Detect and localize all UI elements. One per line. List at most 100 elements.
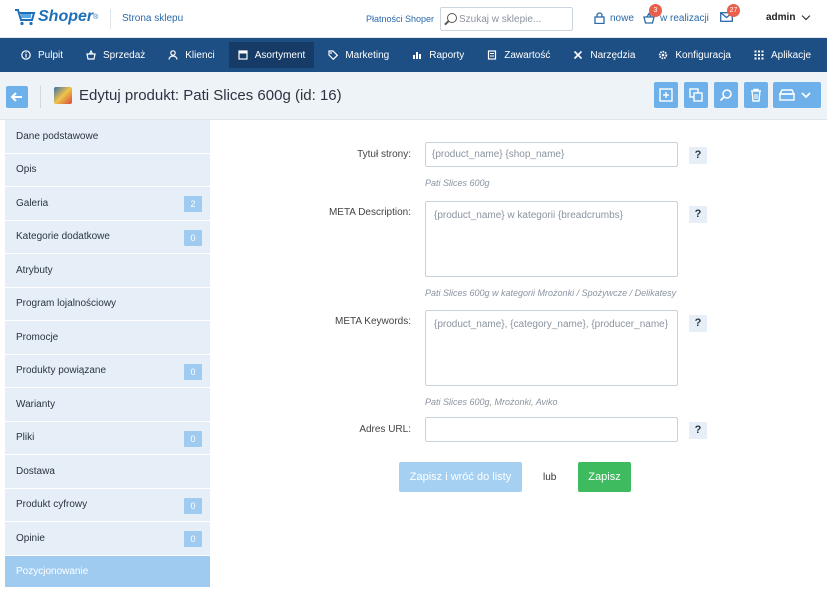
page-title: Edytuj produkt: Pati Slices 600g (id: 16… (79, 87, 342, 104)
sidebar-item-label: Pozycjonowanie (16, 565, 89, 577)
store-link[interactable]: Strona sklepu (122, 13, 183, 24)
meta-description-preview: Pati Slices 600g w kategorii Mrożonki / … (425, 288, 677, 298)
title-bar: Edytuj produkt: Pati Slices 600g (id: 16… (0, 72, 827, 120)
main-nav: Pulpit Sprzedaż Klienci Asortyment Marke… (0, 38, 827, 72)
sidebar-item-label: Opis (16, 164, 37, 176)
page-title-help-button[interactable]: ? (689, 147, 707, 164)
user-name: admin (766, 12, 796, 23)
meta-description-label: META Description: (328, 207, 411, 218)
sidebar-item-galeria[interactable]: Galeria 2 (5, 187, 210, 221)
trash-icon (751, 88, 761, 102)
sidebar-item-atrybuty[interactable]: Atrybuty (5, 254, 210, 288)
messages-link[interactable]: 27 (720, 4, 740, 22)
sidebar-item-pozycjonowanie[interactable]: Pozycjonowanie (5, 555, 210, 588)
more-actions-dropdown[interactable] (773, 82, 821, 108)
meta-description-input[interactable] (425, 201, 678, 277)
count-badge: 0 (184, 497, 202, 514)
sidebar-item-opinie[interactable]: Opinie 0 (5, 522, 210, 556)
url-help-button[interactable]: ? (689, 422, 707, 439)
info-icon (21, 50, 31, 60)
in-progress-link[interactable]: w realizacji 3 (643, 4, 709, 24)
count-badge: 0 (184, 531, 202, 547)
chart-icon (413, 52, 422, 59)
in-progress-label: w realizacji (660, 12, 709, 24)
sidebar-item-produkty-powiazane[interactable]: Produkty powiązane 0 (5, 354, 210, 388)
lock-icon (594, 12, 605, 24)
nav-item-pulpit[interactable]: Pulpit (12, 42, 72, 68)
delete-button[interactable] (744, 82, 768, 108)
sidebar-item-promocje[interactable]: Promocje (5, 321, 210, 355)
arrow-left-icon (10, 92, 22, 102)
nav-item-label: Sprzedaż (103, 49, 146, 61)
nav-item-label: Raporty (429, 49, 465, 61)
product-sections-sidebar: Dane podstawowe Opis Galeria 2 Kategorie … (5, 120, 210, 590)
add-button[interactable] (654, 82, 678, 108)
sidebar-item-pliki[interactable]: Pliki 0 (5, 421, 210, 455)
logo-text: Shoper (38, 8, 94, 25)
search-input[interactable] (459, 11, 569, 27)
sidebar-item-label: Program lojalnościowy (16, 298, 117, 310)
sidebar-item-opis[interactable]: Opis (5, 153, 210, 187)
tag-icon (328, 50, 339, 60)
meta-description-help-button[interactable]: ? (689, 206, 707, 223)
nav-item-label: Pulpit (38, 49, 64, 61)
url-label: Adres URL: (359, 424, 411, 435)
nav-item-narzedzia[interactable]: Narzędzia (564, 42, 644, 68)
sidebar-item-kategorie-dodatkowe[interactable]: Kategorie dodatkowe 0 (5, 220, 210, 254)
nav-item-label: Klienci (185, 49, 215, 61)
header-divider (110, 9, 111, 29)
sidebar-item-label: Dane podstawowe (16, 130, 99, 142)
sidebar-item-label: Atrybuty (16, 264, 53, 276)
meta-keywords-help-button[interactable]: ? (689, 315, 707, 332)
count-badge: 2 (184, 196, 202, 212)
gear-icon (659, 50, 668, 60)
sidebar-item-label: Warianty (16, 398, 56, 410)
sidebar-item-label: Galeria (16, 197, 49, 209)
meta-keywords-preview: Pati Slices 600g, Mrożonki, Aviko (425, 397, 558, 407)
cart-logo-icon (15, 9, 36, 26)
nav-item-sprzedaz[interactable]: Sprzedaż (77, 42, 154, 68)
nav-item-marketing[interactable]: Marketing (319, 42, 398, 68)
product-thumbnail (54, 87, 72, 104)
search-box[interactable] (440, 7, 573, 31)
search-icon (447, 13, 457, 23)
shoper-logo[interactable]: Shoper ® (14, 8, 98, 26)
page-title-preview: Pati Slices 600g (425, 178, 490, 188)
user-icon (168, 50, 178, 60)
new-orders-label: nowe (610, 12, 634, 24)
sidebar-item-label: Promocje (16, 331, 59, 343)
back-button[interactable] (6, 86, 28, 108)
nav-item-klienci[interactable]: Klienci (159, 42, 223, 68)
url-input[interactable] (425, 417, 678, 442)
sidebar-item-dane-podstawowe[interactable]: Dane podstawowe (5, 120, 210, 154)
new-orders-link[interactable]: nowe (594, 12, 634, 24)
payments-link[interactable]: Płatności Shoper (366, 14, 434, 24)
preview-button[interactable] (714, 82, 738, 108)
save-and-return-button[interactable]: Zapisz i wróć do listy (399, 462, 522, 492)
logo-registered-mark: ® (93, 13, 99, 21)
duplicate-button[interactable] (684, 82, 708, 108)
count-badge: 0 (184, 430, 202, 447)
count-badge: 0 (184, 229, 202, 246)
nav-item-label: Aplikacje (770, 49, 812, 61)
nav-item-raporty[interactable]: Raporty (403, 42, 473, 68)
chevron-down-icon (802, 11, 811, 21)
nav-item-label: Asortyment (254, 49, 306, 61)
nav-item-aplikacje[interactable]: Aplikacje (745, 42, 820, 68)
nav-item-label: Marketing (345, 49, 390, 61)
page-title-input[interactable] (425, 142, 678, 167)
tools-icon (574, 50, 583, 60)
sidebar-item-label: Pliki (16, 432, 35, 444)
sidebar-item-program-lojalnosciowy[interactable]: Program lojalnościowy (5, 287, 210, 321)
meta-keywords-input[interactable] (425, 310, 678, 386)
sidebar-item-dostawa[interactable]: Dostawa (5, 455, 210, 489)
sidebar-item-warianty[interactable]: Warianty (5, 388, 210, 422)
cart-icon (86, 50, 96, 60)
save-button[interactable]: Zapisz (578, 462, 631, 492)
user-menu[interactable]: admin (766, 11, 811, 23)
nav-item-konfiguracja[interactable]: Konfiguracja (649, 42, 740, 68)
nav-item-asortyment[interactable]: Asortyment (228, 42, 315, 68)
magnifier-icon (719, 89, 732, 102)
nav-item-zawartosc[interactable]: Zawartość (478, 42, 559, 68)
sidebar-item-produkt-cyfrowy[interactable]: Produkt cyfrowy 0 (5, 488, 210, 522)
